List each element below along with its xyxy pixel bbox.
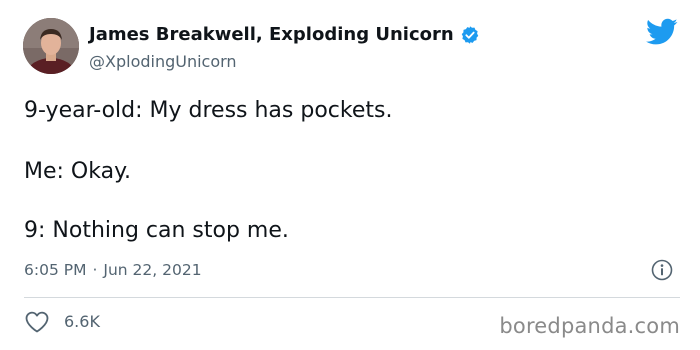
tweet-time: 6:05 PM — [24, 261, 87, 279]
tweet-timestamp[interactable]: 6:05 PM · Jun 22, 2021 — [24, 259, 202, 281]
twitter-bird-icon[interactable] — [646, 18, 678, 46]
like-button[interactable]: 6.6K — [24, 310, 100, 334]
tweet-line: 9: Nothing can stop me. — [24, 218, 289, 243]
heart-icon — [25, 311, 49, 333]
tweet-line: Me: Okay. — [24, 159, 131, 184]
tweet-card: James Breakwell, Exploding Unicorn @Xplo… — [0, 0, 700, 350]
like-count: 6.6K — [64, 312, 100, 331]
info-icon[interactable] — [650, 258, 674, 282]
divider — [24, 297, 680, 298]
tweet-date: Jun 22, 2021 — [103, 261, 202, 279]
avatar[interactable] — [23, 18, 79, 74]
meta-separator: · — [92, 261, 98, 279]
tweet-line: 9-year-old: My dress has pockets. — [24, 98, 393, 123]
author-handle[interactable]: @XplodingUnicorn — [89, 51, 237, 73]
watermark: boredpanda.com — [499, 314, 680, 338]
verified-badge-icon — [461, 26, 478, 44]
avatar-photo — [23, 18, 79, 74]
author-display-name[interactable]: James Breakwell, Exploding Unicorn — [89, 23, 454, 47]
author-name-row: James Breakwell, Exploding Unicorn — [89, 23, 480, 47]
